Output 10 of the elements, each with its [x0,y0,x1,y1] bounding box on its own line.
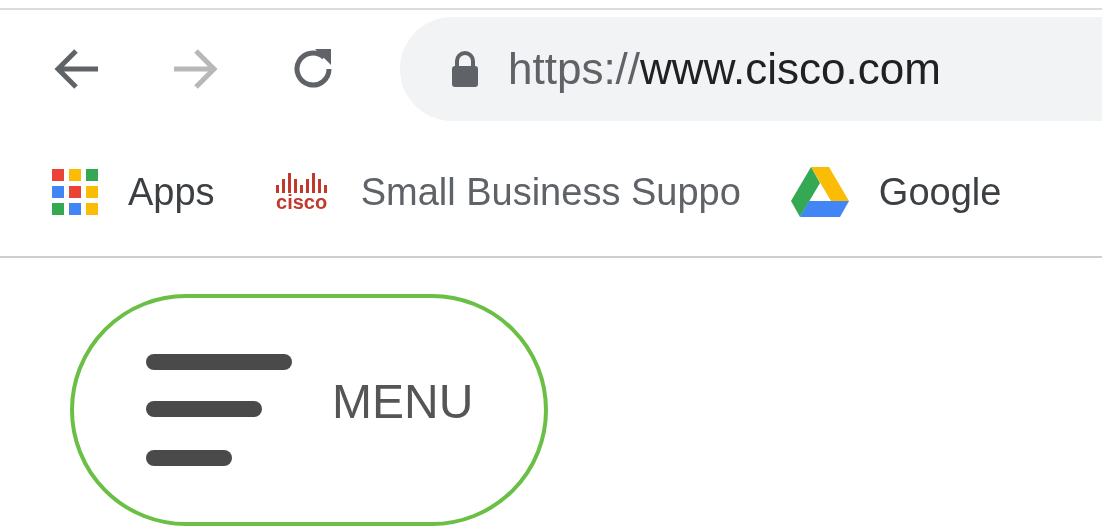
lock-icon [450,51,480,87]
bookmark-item[interactable]: Apps [52,163,215,221]
triangle-logo-icon [790,167,849,217]
hamburger-icon [146,354,294,466]
bookmark-item[interactable]: Google [790,163,1002,221]
grid-icon [52,169,98,215]
menu-button[interactable]: MENU [70,294,548,526]
url-text: https://www.cisco.com [508,43,941,95]
bookmark-item[interactable]: cisco Small Business Suppo [272,163,741,221]
address-bar[interactable]: https://www.cisco.com [400,17,1102,121]
